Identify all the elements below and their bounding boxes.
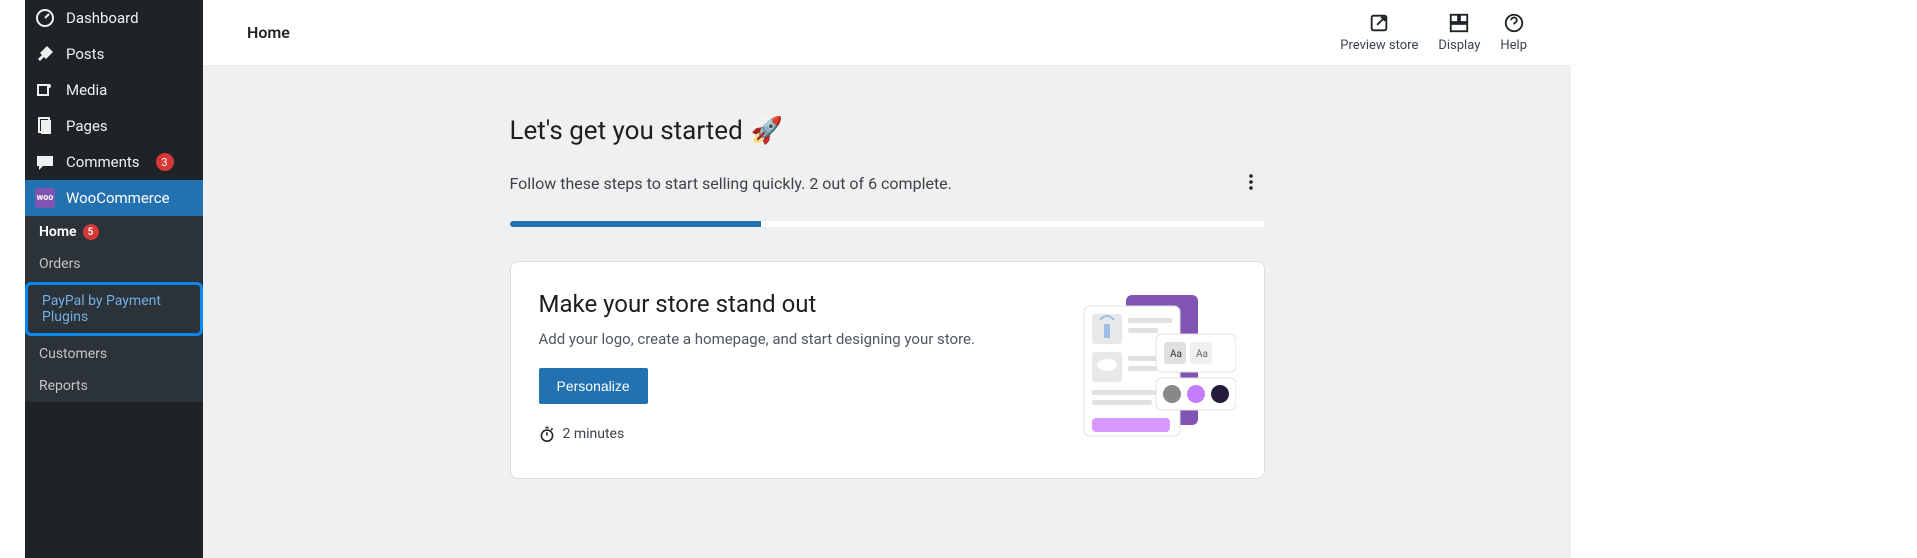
display-button[interactable]: Display bbox=[1438, 12, 1480, 53]
help-button[interactable]: Help bbox=[1500, 12, 1527, 53]
progress-text: Follow these steps to start selling quic… bbox=[510, 174, 952, 193]
page-title: Home bbox=[247, 23, 290, 42]
sidebar-label: Posts bbox=[66, 45, 104, 63]
pin-icon bbox=[35, 44, 55, 64]
action-label: Display bbox=[1438, 38, 1480, 53]
task-time: 2 minutes bbox=[539, 426, 1052, 442]
dots-vertical-icon bbox=[1241, 172, 1261, 192]
headline-text: Let's get you started bbox=[510, 116, 743, 146]
stopwatch-icon bbox=[539, 426, 555, 442]
task-illustration: Aa Aa bbox=[1076, 290, 1236, 450]
submenu-item-reports[interactable]: Reports bbox=[25, 370, 203, 402]
pages-icon bbox=[35, 116, 55, 136]
submenu-label: Home bbox=[39, 224, 77, 240]
help-icon bbox=[1503, 12, 1525, 34]
submenu-label: Customers bbox=[39, 346, 107, 362]
submenu-item-home[interactable]: Home 5 bbox=[25, 216, 203, 248]
sidebar-item-woocommerce[interactable]: woo WooCommerce bbox=[25, 180, 203, 216]
submenu-item-customers[interactable]: Customers bbox=[25, 338, 203, 370]
svg-text:Aa: Aa bbox=[1170, 349, 1182, 360]
admin-sidebar: Dashboard Posts Media Pages Comments 3 w… bbox=[25, 0, 203, 558]
task-title: Make your store stand out bbox=[539, 290, 1052, 318]
submenu-label: Orders bbox=[39, 256, 81, 272]
media-icon bbox=[35, 80, 55, 100]
submenu-item-paypal[interactable]: PayPal by Payment Plugins bbox=[25, 282, 203, 336]
comment-icon bbox=[35, 152, 55, 172]
sidebar-label: Dashboard bbox=[66, 9, 139, 27]
topbar-actions: Preview store Display Help bbox=[1340, 12, 1527, 53]
more-options-button[interactable] bbox=[1237, 168, 1265, 199]
dashboard-icon bbox=[35, 8, 55, 28]
sidebar-label: Pages bbox=[66, 117, 108, 135]
submenu-badge: 5 bbox=[83, 224, 99, 240]
content-area: Let's get you started 🚀 Follow these ste… bbox=[203, 66, 1571, 558]
submenu-label: PayPal by Payment Plugins bbox=[42, 293, 186, 325]
external-link-icon bbox=[1368, 12, 1390, 34]
getting-started-headline: Let's get you started 🚀 bbox=[510, 116, 1265, 146]
task-card: Make your store stand out Add your logo,… bbox=[510, 261, 1265, 479]
personalize-button[interactable]: Personalize bbox=[539, 368, 648, 404]
time-text: 2 minutes bbox=[563, 426, 625, 442]
preview-store-button[interactable]: Preview store bbox=[1340, 12, 1418, 53]
comments-badge: 3 bbox=[156, 153, 174, 171]
progress-bar bbox=[510, 221, 1265, 227]
sidebar-label: Comments bbox=[66, 153, 140, 171]
sidebar-item-pages[interactable]: Pages bbox=[25, 108, 203, 144]
submenu-label: Reports bbox=[39, 378, 88, 394]
task-description: Add your logo, create a homepage, and st… bbox=[539, 330, 1052, 348]
topbar: Home Preview store Display Help bbox=[203, 0, 1571, 66]
woocommerce-icon: woo bbox=[35, 188, 55, 208]
sidebar-label: WooCommerce bbox=[66, 189, 170, 207]
sidebar-item-media[interactable]: Media bbox=[25, 72, 203, 108]
progress-fill bbox=[510, 221, 762, 227]
action-label: Preview store bbox=[1340, 38, 1418, 53]
layout-icon bbox=[1448, 12, 1470, 34]
submenu-item-orders[interactable]: Orders bbox=[25, 248, 203, 280]
woocommerce-submenu: Home 5 Orders PayPal by Payment Plugins … bbox=[25, 216, 203, 402]
sidebar-item-posts[interactable]: Posts bbox=[25, 36, 203, 72]
sidebar-item-comments[interactable]: Comments 3 bbox=[25, 144, 203, 180]
action-label: Help bbox=[1500, 38, 1527, 53]
main-area: Home Preview store Display Help bbox=[203, 0, 1571, 558]
rocket-icon: 🚀 bbox=[751, 116, 783, 146]
sidebar-item-dashboard[interactable]: Dashboard bbox=[25, 0, 203, 36]
svg-text:Aa: Aa bbox=[1196, 349, 1208, 360]
sidebar-label: Media bbox=[66, 81, 107, 99]
